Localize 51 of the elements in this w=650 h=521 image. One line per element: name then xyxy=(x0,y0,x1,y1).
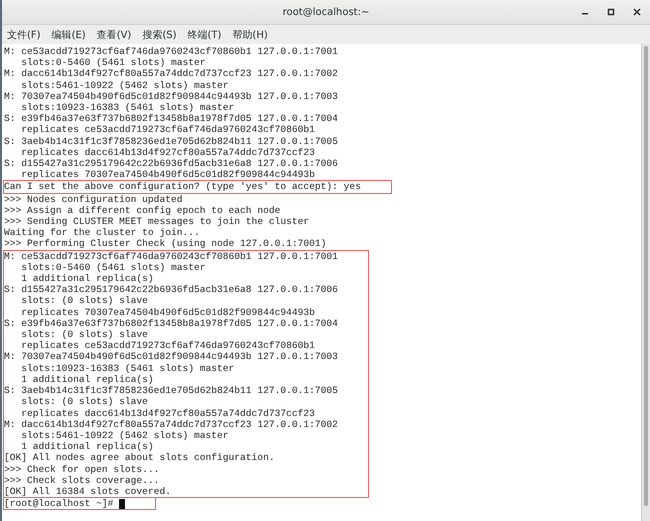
window-title: root@localhost:~ xyxy=(282,6,370,18)
terminal-line: 1 additional replica(s) xyxy=(20,273,154,284)
terminal-line: slots:5461-10922 (5462 slots) master xyxy=(20,430,229,442)
scrollbar[interactable] xyxy=(641,44,650,521)
terminal-line: S: 3aeb4b14c31f1c3f7858236ed1e705d62b824b11 127.0.0.1:7005 xyxy=(4,385,338,396)
menu-item[interactable]: 查看(V) xyxy=(96,28,132,42)
terminal-line: slots:10923-16383 (5461 slots) master xyxy=(20,102,234,114)
terminal-line: slots: (0 slots) slave xyxy=(20,396,148,408)
terminal-line: replicates 70307ea74504b490f6d5c01d82f909844c94493b xyxy=(20,169,315,180)
terminal-line: >>> Check for open slots... xyxy=(4,464,160,475)
terminal-line: slots: (0 slots) slave xyxy=(20,295,148,307)
terminal-line: S: d155427a31c295179642c22b6936fd5acb31e6a8 127.0.0.1:7006 xyxy=(4,158,338,170)
menu-item[interactable]: 帮助(H) xyxy=(232,28,268,42)
terminal-line: [OK] All nodes agree about slots configuration. xyxy=(4,452,275,464)
terminal-line: >>> Check slots coverage... xyxy=(4,474,160,486)
terminal-line: >>> Performing Cluster Check (using node 127.0.0.1:7001) xyxy=(4,238,326,250)
terminal-line: replicates ce53acdd719273cf6af746da9760243cf70860b1 xyxy=(20,124,315,136)
terminal-line: S: e39fb46a37e63f737b6802f13458b8a1978f7d05 127.0.0.1:7004 xyxy=(4,113,338,124)
terminal-line: [root@localhost ~]# xyxy=(4,498,114,510)
terminal-line: S: d155427a31c295179642c22b6936fd5acb31e6a8 127.0.0.1:7006 xyxy=(4,284,338,296)
terminal-line: slots:5461-10922 (5462 slots) master xyxy=(20,80,229,91)
terminal-line: >>> Nodes configuration updated xyxy=(4,194,182,205)
terminal-line: M: ce53acdd719273cf6af746da9760243cf70860b1 127.0.0.1:7001 xyxy=(4,46,338,58)
terminal-line: M: dacc614b13d4f927cf80a557a74ddc7d737ccf23 127.0.0.1:7002 xyxy=(4,418,338,430)
terminal-line: 1 additional replica(s) xyxy=(20,374,154,386)
menu-item[interactable]: 终端(T) xyxy=(188,28,222,42)
terminal-line: >>> Sending CLUSTER MEET messages to join the cluster xyxy=(4,216,310,228)
menu-item[interactable]: 文件(F) xyxy=(7,28,41,42)
terminal-line: S: e39fb46a37e63f737b6802f13458b8a1978f7d05 127.0.0.1:7004 xyxy=(4,318,338,330)
terminal-line: Waiting for the cluster to join... xyxy=(4,227,200,238)
terminal-line: 1 additional replica(s) xyxy=(20,441,154,452)
terminal-line: replicates dacc614b13d4f927cf80a557a74ddc7d737ccf23 xyxy=(20,408,315,419)
menu-item[interactable]: 搜索(S) xyxy=(142,28,176,42)
terminal-line: [OK] All 16384 slots covered. xyxy=(4,486,171,498)
terminal-line: replicates ce53acdd719273cf6af746da9760243cf70860b1 xyxy=(20,340,315,352)
terminal-line: M: ce53acdd719273cf6af746da9760243cf70860b1 127.0.0.1:7001 xyxy=(4,250,338,262)
terminal-line: M: 70307ea74504b490f6d5c01d82f909844c94493b 127.0.0.1:7003 xyxy=(4,90,338,102)
terminal-line: slots: (0 slots) slave xyxy=(20,329,148,340)
terminal-line: replicates dacc614b13d4f927cf80a557a74ddc7d737ccf23 xyxy=(20,146,315,158)
terminal-line: Can I set the above configuration? (type 'yes' to accept): yes xyxy=(4,181,361,193)
terminal-line: >>> Assign a different config epoch to each node xyxy=(4,204,280,216)
terminal-line: slots:10923-16383 (5461 slots) master xyxy=(20,362,234,374)
terminal-line: M: dacc614b13d4f927cf80a557a74ddc7d737ccf23 127.0.0.1:7002 xyxy=(4,68,338,80)
terminal-line: S: 3aeb4b14c31f1c3f7858236ed1e705d62b824b11 127.0.0.1:7005 xyxy=(4,136,338,147)
maximize-icon xyxy=(607,8,615,16)
terminal-line: slots:0-5460 (5461 slots) master xyxy=(20,262,206,274)
menu-item[interactable]: 编辑(E) xyxy=(52,28,86,42)
terminal-line: M: 70307ea74504b490f6d5c01d82f909844c94493b 127.0.0.1:7003 xyxy=(4,351,338,363)
terminal-line: replicates 70307ea74504b490f6d5c01d82f909844c94493b xyxy=(20,306,315,318)
terminal-line: slots:0-5460 (5461 slots) master xyxy=(20,57,206,68)
close-icon xyxy=(633,8,641,16)
